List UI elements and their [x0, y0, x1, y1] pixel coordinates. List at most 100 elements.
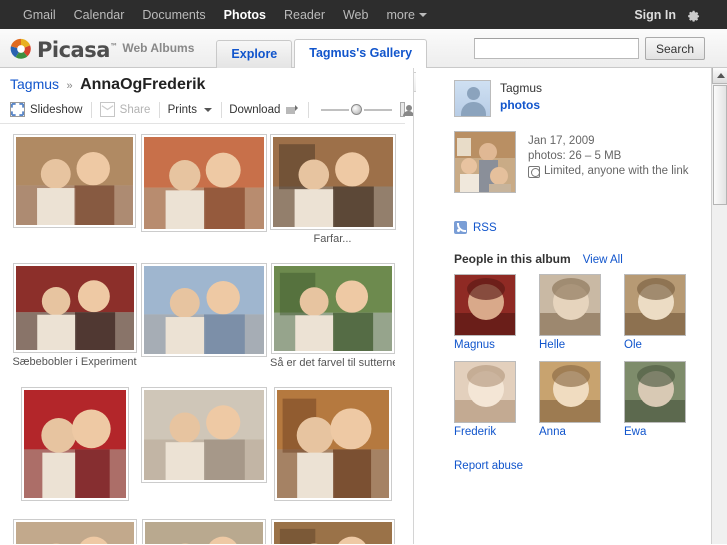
gbar-link-calendar[interactable]: Calendar	[65, 1, 134, 29]
photo-thumbnail[interactable]	[12, 263, 137, 353]
photo-cell	[10, 519, 139, 544]
photo-cell	[268, 519, 397, 544]
slider-track-left	[320, 108, 349, 111]
thumbnail-size-slider[interactable]	[320, 104, 392, 115]
picasa-logo-subtitle: Web Albums	[122, 41, 195, 55]
gear-icon[interactable]	[686, 7, 701, 22]
picasa-logo-text: Picasa™	[37, 38, 118, 62]
rss-link[interactable]: RSS	[473, 222, 497, 234]
people-grid: Magnus Helle Ole Frederik Anna Ewa	[434, 274, 724, 448]
google-bar-links: Gmail Calendar Documents Photos Reader W…	[14, 1, 436, 29]
photo-cell: Så er det farvel til sutterne -	[268, 263, 397, 369]
photo-caption: Sæbebobler i Experiment	[12, 356, 137, 368]
gbar-link-reader[interactable]: Reader	[275, 1, 334, 29]
gbar-more-label: more	[386, 7, 415, 22]
scrollbar-up-arrow[interactable]	[712, 68, 727, 84]
photo-thumbnail[interactable]	[270, 519, 395, 544]
photo-thumbnail[interactable]	[12, 519, 137, 544]
person-name-link[interactable]: Frederik	[454, 426, 539, 438]
people-section-header: People in this album View All	[434, 234, 727, 274]
search-area: Search	[473, 37, 727, 67]
picasa-logo[interactable]: Picasa™ Web Albums	[10, 37, 194, 67]
person-thumbnail[interactable]	[454, 274, 516, 336]
sidebar-collapse-button[interactable]: »	[414, 72, 416, 92]
tab-explore[interactable]: Explore	[216, 40, 293, 68]
picasa-pinwheel-icon	[10, 38, 32, 60]
photo-thumbnail[interactable]	[141, 519, 266, 544]
photo-caption: Farfar...	[313, 233, 352, 245]
person-thumbnail[interactable]	[624, 361, 686, 423]
search-button[interactable]: Search	[644, 37, 705, 60]
page-scrollbar[interactable]	[711, 68, 727, 544]
photo-thumbnail[interactable]	[140, 387, 267, 483]
owner-info: Tagmus photos	[500, 80, 542, 112]
download-button[interactable]: Download	[229, 103, 308, 116]
sign-in-link[interactable]: Sign In	[634, 8, 676, 22]
photo-cell: Farfar...	[268, 134, 397, 245]
avatar[interactable]	[454, 80, 491, 117]
globe-lock-icon	[528, 165, 540, 178]
person-name-link[interactable]: Ole	[624, 339, 709, 351]
album-visibility: Limited, anyone with the link	[528, 164, 688, 179]
album-metadata: Jan 17, 2009 photos: 26 – 5 MB Limited, …	[528, 131, 688, 193]
person-cell: Ewa	[624, 361, 709, 438]
tab-gallery[interactable]: Tagmus's Gallery	[294, 39, 428, 68]
trademark-mark: ™	[109, 42, 118, 51]
slideshow-button[interactable]: Slideshow	[10, 102, 91, 117]
gbar-link-photos[interactable]: Photos	[215, 1, 275, 29]
scrollbar-thumb[interactable]	[713, 85, 727, 205]
photo-thumbnail[interactable]	[140, 263, 267, 357]
people-view-icon[interactable]	[399, 102, 413, 117]
search-input[interactable]	[473, 38, 639, 59]
photo-thumbnail[interactable]	[269, 134, 396, 230]
page-title: AnnaOgFrederik	[80, 76, 206, 93]
slideshow-label: Slideshow	[30, 103, 83, 116]
share-label: Share	[119, 103, 151, 116]
prints-button[interactable]: Prints	[168, 104, 221, 116]
person-cell: Ole	[624, 274, 709, 351]
breadcrumb-separator: »	[66, 80, 73, 92]
person-name-link[interactable]: Ewa	[624, 426, 709, 438]
gbar-link-web[interactable]: Web	[334, 1, 377, 29]
person-name-link[interactable]: Magnus	[454, 339, 539, 351]
photo-cell	[268, 387, 397, 501]
google-bar: Gmail Calendar Documents Photos Reader W…	[0, 0, 727, 29]
gbar-link-gmail[interactable]: Gmail	[14, 1, 65, 29]
view-all-people-link[interactable]: View All	[583, 254, 623, 266]
person-cell: Anna	[539, 361, 624, 438]
photo-caption: Så er det farvel til sutterne -	[270, 357, 395, 369]
rss-row[interactable]: RSS	[434, 193, 727, 234]
photo-cell	[139, 387, 268, 501]
photo-thumbnail[interactable]	[273, 387, 392, 501]
photo-thumbnail[interactable]	[20, 387, 129, 501]
person-thumbnail[interactable]	[454, 361, 516, 423]
gbar-link-documents[interactable]: Documents	[133, 1, 214, 29]
photo-cell	[10, 387, 139, 501]
gbar-more-menu[interactable]: more	[377, 1, 435, 29]
person-name-link[interactable]: Anna	[539, 426, 624, 438]
google-bar-right: Sign In	[634, 7, 719, 22]
report-abuse-link[interactable]: Report abuse	[434, 448, 523, 472]
breadcrumb-owner[interactable]: Tagmus	[10, 76, 59, 92]
owner-photos-link[interactable]: photos	[500, 98, 542, 112]
person-name-link[interactable]: Helle	[539, 339, 624, 351]
photo-cell	[139, 134, 268, 245]
arrow-up-icon	[717, 73, 725, 78]
photo-thumbnail[interactable]	[270, 263, 395, 354]
photo-thumbnail[interactable]	[13, 134, 136, 228]
rss-icon	[454, 221, 467, 234]
header-tabs: Explore Tagmus's Gallery	[216, 29, 429, 68]
photo-cell	[139, 519, 268, 544]
album-stats: photos: 26 – 5 MB	[528, 150, 622, 162]
person-thumbnail[interactable]	[539, 361, 601, 423]
album-pane: Tagmus » AnnaOgFrederik Slideshow Share …	[0, 68, 413, 544]
person-thumbnail[interactable]	[539, 274, 601, 336]
photo-thumbnail[interactable]	[140, 134, 267, 232]
person-cell: Frederik	[454, 361, 539, 438]
slider-handle[interactable]	[350, 104, 362, 115]
person-thumbnail[interactable]	[624, 274, 686, 336]
owner-row: Tagmus photos	[434, 78, 727, 127]
album-cover-thumbnail[interactable]	[454, 131, 516, 193]
album-visibility-label: Limited, anyone with the link	[544, 165, 689, 177]
photo-cell	[10, 134, 139, 245]
